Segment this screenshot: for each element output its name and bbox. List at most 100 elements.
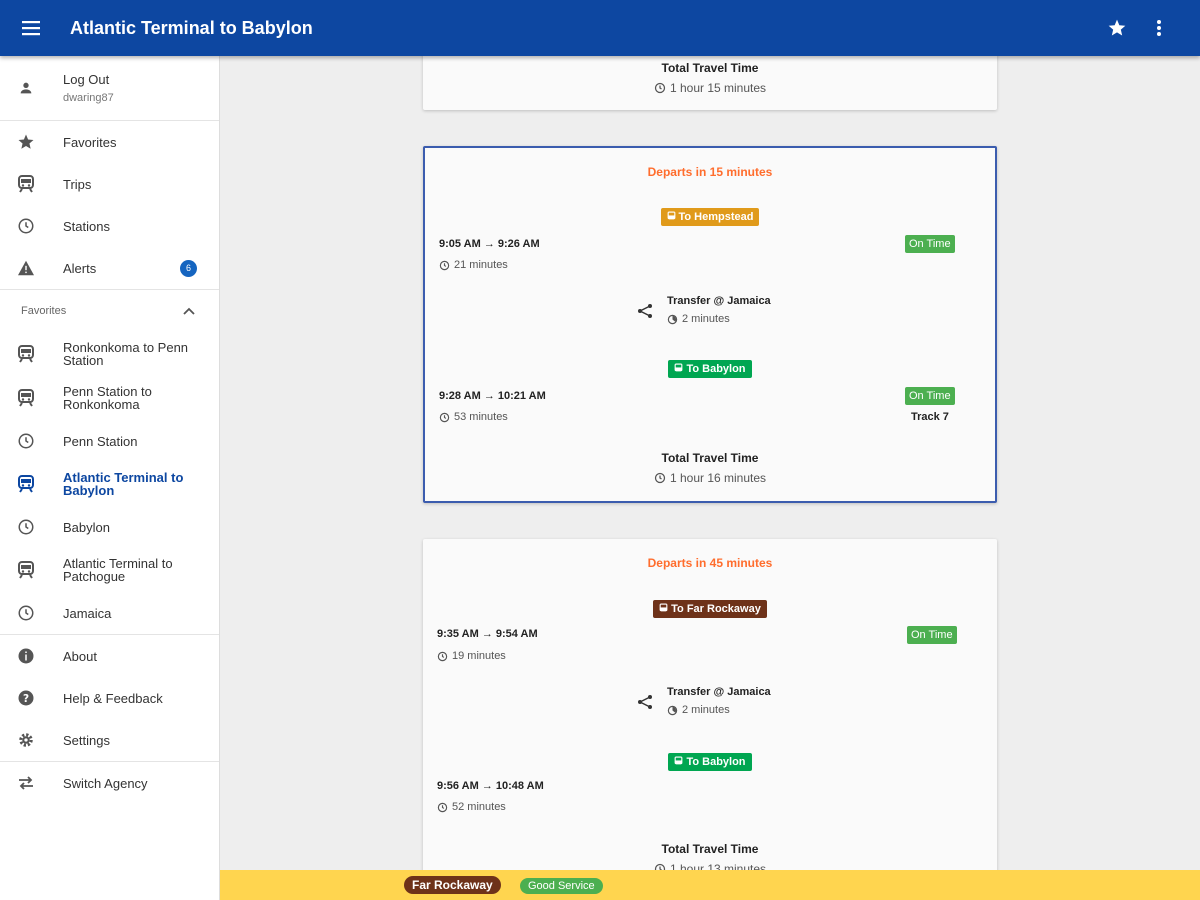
star-icon bbox=[16, 132, 36, 152]
drawer-item-label: Help & Feedback bbox=[63, 690, 163, 706]
drawer-item-label: Alerts bbox=[63, 260, 97, 276]
info-icon bbox=[16, 646, 36, 666]
trip-card-selected[interactable]: Departs in 15 minutes To Hempstead 9:05 … bbox=[423, 146, 997, 503]
favorite-item-atlantic-to-babylon[interactable]: Atlantic Terminal to Babylon bbox=[0, 462, 219, 506]
clock-icon bbox=[16, 431, 36, 451]
total-travel-time-text: 1 hour 15 minutes bbox=[669, 81, 767, 95]
clock-icon bbox=[16, 216, 36, 236]
menu-button[interactable] bbox=[0, 0, 64, 56]
svg-text:?: ? bbox=[23, 693, 29, 705]
drawer-item-label: Trips bbox=[63, 176, 92, 192]
timelapse-icon bbox=[667, 314, 678, 324]
drawer-item-about[interactable]: About bbox=[0, 635, 219, 677]
drawer-item-favorites[interactable]: Favorites bbox=[0, 121, 219, 163]
chevron-up-icon bbox=[183, 307, 195, 315]
transfer-title: Transfer @ Jamaica bbox=[667, 295, 771, 307]
transfer-duration: 2 minutes bbox=[667, 704, 771, 716]
clock-icon bbox=[437, 651, 448, 661]
clock-icon bbox=[439, 260, 450, 270]
account-logout[interactable]: Log Out dwaring87 bbox=[0, 56, 219, 120]
warning-icon bbox=[16, 258, 36, 278]
more-options-button[interactable] bbox=[1138, 0, 1180, 56]
favorite-item-ronkonkoma-to-penn[interactable]: Ronkonkoma to Penn Station bbox=[0, 332, 219, 376]
favorite-item-penn-station[interactable]: Penn Station bbox=[0, 420, 219, 462]
drawer-item-alerts[interactable]: Alerts 6 bbox=[0, 247, 219, 289]
departs-label: Departs in 45 minutes bbox=[647, 556, 773, 570]
clock-icon bbox=[654, 472, 666, 484]
favorite-item-babylon[interactable]: Babylon bbox=[0, 506, 219, 548]
route-name: To Babylon bbox=[686, 363, 746, 375]
route-name: To Far Rockaway bbox=[671, 603, 761, 615]
drawer-item-label: Switch Agency bbox=[63, 775, 148, 791]
on-time-badge: On Time bbox=[905, 235, 955, 253]
timelapse-icon bbox=[667, 705, 678, 715]
total-travel-time-label: Total Travel Time bbox=[661, 842, 759, 856]
line-chip[interactable]: Far Rockaway bbox=[404, 876, 501, 894]
drawer-item-label: About bbox=[63, 648, 97, 664]
service-status-bar[interactable]: Far Rockaway Good Service bbox=[220, 870, 1200, 900]
train-icon bbox=[16, 344, 36, 364]
favorite-item-jamaica[interactable]: Jamaica bbox=[0, 592, 219, 634]
leg-duration: 19 minutes bbox=[437, 650, 506, 662]
total-travel-time-value: 1 hour 13 minutes bbox=[654, 862, 766, 870]
leg-duration-text: 19 minutes bbox=[452, 650, 506, 662]
favorite-item-atlantic-to-patchogue[interactable]: Atlantic Terminal to Patchogue bbox=[0, 548, 219, 592]
track-label: Track 7 bbox=[911, 411, 949, 423]
more-vert-icon bbox=[1157, 20, 1161, 36]
train-icon bbox=[667, 211, 675, 220]
train-icon bbox=[16, 474, 36, 494]
favorite-item-label: Jamaica bbox=[63, 605, 112, 621]
leg-times: 9:05 AM → 9:26 AM bbox=[439, 238, 540, 250]
total-travel-time-text: 1 hour 16 minutes bbox=[669, 471, 767, 485]
leg-times: 9:56 AM → 10:48 AM bbox=[437, 780, 544, 792]
transfer-info: Transfer @ Jamaica 2 minutes bbox=[637, 686, 771, 716]
train-icon bbox=[675, 363, 683, 372]
route-chip: To Babylon bbox=[668, 360, 752, 378]
train-icon bbox=[659, 603, 668, 612]
favorite-item-penn-to-ronkonkoma[interactable]: Penn Station to Ronkonkoma bbox=[0, 376, 219, 420]
menu-icon bbox=[22, 21, 40, 36]
favorite-item-label: Penn Station to Ronkonkoma bbox=[63, 384, 152, 412]
favorite-item-label: Babylon bbox=[63, 519, 110, 535]
favorites-section-header[interactable]: Favorites bbox=[0, 290, 219, 332]
page-title: Atlantic Terminal to Babylon bbox=[70, 17, 313, 38]
drawer-item-label: Settings bbox=[63, 732, 110, 748]
share-icon bbox=[638, 695, 652, 709]
person-icon bbox=[16, 80, 36, 96]
route-chip: To Babylon bbox=[668, 753, 752, 771]
on-time-badge: On Time bbox=[905, 387, 955, 405]
favorite-item-label: Ronkonkoma to Penn Station bbox=[63, 340, 189, 368]
trip-card[interactable]: Departs in 45 minutes To Far Rockaway 9:… bbox=[423, 539, 997, 870]
favorite-item-label: Atlantic Terminal to Patchogue bbox=[63, 556, 173, 584]
drawer-item-label: Stations bbox=[63, 218, 110, 234]
favorite-button[interactable] bbox=[1096, 0, 1138, 56]
service-status-badge: Good Service bbox=[520, 878, 603, 894]
leg-duration: 53 minutes bbox=[439, 411, 508, 423]
favorite-item-label: Atlantic Terminal to Babylon bbox=[63, 470, 184, 498]
total-travel-time-value: 1 hour 16 minutes bbox=[654, 471, 766, 485]
drawer-item-label: Favorites bbox=[63, 134, 117, 150]
drawer-item-settings[interactable]: Settings bbox=[0, 719, 219, 761]
on-time-badge: On Time bbox=[907, 626, 957, 644]
leg-times: 9:28 AM → 10:21 AM bbox=[439, 390, 546, 402]
app-bar: Atlantic Terminal to Babylon bbox=[0, 0, 1200, 56]
total-travel-time-text: 1 hour 13 minutes bbox=[669, 862, 767, 870]
swap-icon bbox=[16, 773, 36, 793]
trip-card[interactable]: Total Travel Time 1 hour 15 minutes bbox=[423, 56, 997, 110]
favorite-item-label: Penn Station bbox=[63, 433, 138, 449]
drawer-item-switch-agency[interactable]: Switch Agency bbox=[0, 762, 219, 804]
leg-duration: 21 minutes bbox=[439, 259, 508, 271]
drawer-item-help-feedback[interactable]: ? Help & Feedback bbox=[0, 677, 219, 719]
favorites-header-label: Favorites bbox=[21, 305, 67, 317]
drawer-item-trips[interactable]: Trips bbox=[0, 163, 219, 205]
leg-times: 9:35 AM → 9:54 AM bbox=[437, 628, 538, 640]
leg-duration-text: 53 minutes bbox=[454, 411, 508, 423]
route-name: To Hempstead bbox=[678, 211, 754, 223]
drawer-item-stations[interactable]: Stations bbox=[0, 205, 219, 247]
clock-icon bbox=[439, 412, 450, 422]
transfer-duration-text: 2 minutes bbox=[682, 704, 730, 716]
help-icon: ? bbox=[16, 688, 36, 708]
alerts-count-badge: 6 bbox=[180, 259, 197, 277]
clock-icon bbox=[654, 82, 666, 94]
train-icon bbox=[16, 560, 36, 580]
